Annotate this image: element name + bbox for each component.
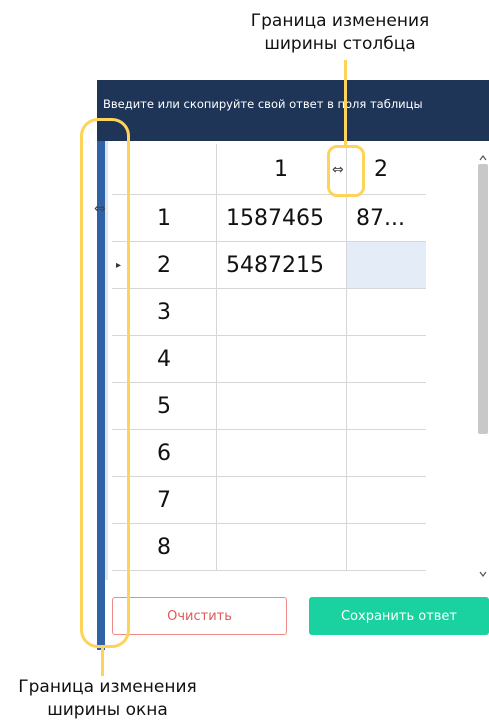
answer-table: 1 2 1 1587465 87... 2 5487215 3 4 5 6 7 8 ▸ ⇔	[112, 144, 426, 574]
table-cell[interactable]	[216, 477, 346, 524]
grid-line	[112, 335, 426, 336]
save-answer-button[interactable]: Сохранить ответ	[309, 597, 489, 635]
table-cell[interactable]: 5487215	[216, 242, 346, 289]
callout-line: Граница изменения	[18, 677, 197, 697]
table-cell[interactable]	[346, 383, 426, 430]
grid-line	[216, 144, 217, 571]
table-cell[interactable]	[346, 430, 426, 477]
clear-button[interactable]: Очистить	[112, 597, 287, 635]
table-cell[interactable]	[346, 242, 426, 289]
callout-line: ширины окна	[47, 700, 168, 720]
window-resize-callout: Граница изменения ширины окна	[0, 676, 215, 722]
scroll-down-icon[interactable]	[478, 564, 488, 577]
callout-connector	[101, 648, 104, 676]
grid-line	[112, 523, 426, 524]
table-cell[interactable]	[216, 336, 346, 383]
window-header-text: Введите или скопируйте свой ответ в поля…	[103, 97, 423, 111]
grid-line	[346, 144, 347, 571]
scrollbar-thumb[interactable]	[478, 164, 488, 434]
grid-line	[112, 382, 426, 383]
table-cell[interactable]: 87...	[346, 195, 426, 242]
grid-line	[112, 476, 426, 477]
table-cell[interactable]	[346, 524, 426, 571]
column-resize-callout: Граница изменения ширины столбца	[210, 10, 470, 56]
table-cell[interactable]: 1587465	[216, 195, 346, 242]
table-cell[interactable]	[346, 477, 426, 524]
table-cell[interactable]	[216, 524, 346, 571]
grid-line	[112, 288, 426, 289]
table-cell[interactable]	[216, 289, 346, 336]
callout-line: Граница изменения	[250, 11, 430, 31]
callout-line: ширины столбца	[264, 34, 416, 54]
grid-line	[112, 570, 426, 571]
window-resize-highlight	[80, 118, 130, 648]
window-header: Введите или скопируйте свой ответ в поля…	[97, 80, 489, 141]
grid-line	[112, 429, 426, 430]
table-cell[interactable]	[346, 336, 426, 383]
callout-connector	[344, 60, 347, 146]
table-cell[interactable]	[346, 289, 426, 336]
table-cell[interactable]	[216, 430, 346, 477]
table-cell[interactable]	[216, 383, 346, 430]
grid-line	[112, 194, 426, 195]
column-resize-highlight	[327, 145, 365, 197]
scroll-up-icon[interactable]	[478, 148, 488, 161]
grid-line	[112, 241, 426, 242]
